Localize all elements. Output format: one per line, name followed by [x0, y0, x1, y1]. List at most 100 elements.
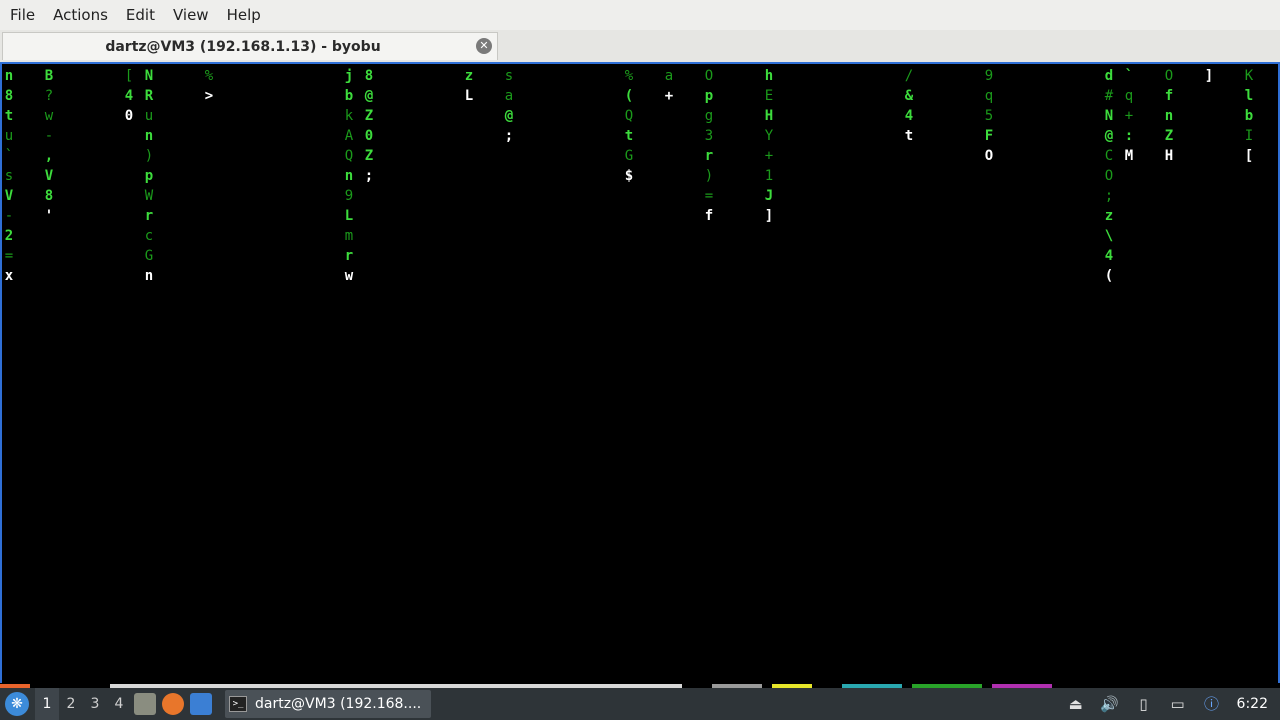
matrix-char: :: [1124, 128, 1134, 144]
matrix-char: 8: [44, 188, 54, 204]
matrix-char: C: [1104, 148, 1114, 164]
matrix-char: ]: [1204, 68, 1214, 84]
matrix-char: \: [1104, 228, 1114, 244]
matrix-char: E: [764, 88, 774, 104]
matrix-column: s a @;: [503, 66, 515, 146]
taskbar: ❋ 1 2 3 4 >_ dartz@VM3 (192.168.... ⏏ 🔊 …: [0, 688, 1280, 720]
matrix-char: t: [624, 128, 634, 144]
matrix-char: n: [144, 128, 154, 144]
matrix-char: 5: [984, 108, 994, 124]
matrix-char: N: [1104, 108, 1114, 124]
matrix-char: u: [4, 128, 14, 144]
matrix-column: [4 0: [123, 66, 135, 126]
workspace-3[interactable]: 3: [83, 688, 107, 720]
matrix-char: O: [704, 68, 714, 84]
taskbar-terminal-button[interactable]: >_ dartz@VM3 (192.168....: [225, 690, 432, 718]
clipboard-icon[interactable]: ▯: [1134, 694, 1154, 714]
matrix-char: >: [204, 88, 214, 104]
matrix-char: m: [344, 228, 354, 244]
matrix-char: %: [204, 68, 214, 84]
matrix-char: p: [704, 88, 714, 104]
matrix-column: 8 @ Z 0 Z;: [363, 66, 375, 186]
matrix-char: ): [704, 168, 714, 184]
matrix-char: =: [704, 188, 714, 204]
matrix-char: `: [4, 148, 14, 164]
menu-actions[interactable]: Actions: [44, 0, 117, 30]
matrix-char: ;: [364, 168, 374, 184]
matrix-char: -: [44, 128, 54, 144]
matrix-char: f: [1164, 88, 1174, 104]
matrix-char: O: [984, 148, 994, 164]
menu-help[interactable]: Help: [218, 0, 270, 30]
matrix-char: +: [764, 148, 774, 164]
matrix-char: 0: [364, 128, 374, 144]
matrix-char: k: [344, 108, 354, 124]
matrix-char: 9: [344, 188, 354, 204]
file-manager-icon[interactable]: [134, 693, 156, 715]
matrix-column: / & 4 t: [903, 66, 915, 146]
workspace-2[interactable]: 2: [59, 688, 83, 720]
matrix-char: B: [44, 68, 54, 84]
matrix-column: a +: [663, 66, 675, 106]
matrix-char: n: [344, 168, 354, 184]
matrix-char: ': [44, 208, 54, 224]
network-icon[interactable]: ▭: [1168, 694, 1188, 714]
matrix-char: J: [764, 188, 774, 204]
menu-edit[interactable]: Edit: [117, 0, 164, 30]
close-tab-icon[interactable]: ✕: [476, 38, 492, 54]
matrix-char: Z: [1164, 128, 1174, 144]
matrix-char: Z: [364, 148, 374, 164]
menu-file[interactable]: File: [0, 0, 44, 30]
workspace-4[interactable]: 4: [107, 688, 131, 720]
matrix-char: #: [1104, 88, 1114, 104]
matrix-char: r: [704, 148, 714, 164]
matrix-char: 2: [4, 228, 14, 244]
matrix-char: r: [344, 248, 354, 264]
matrix-char: R: [144, 88, 154, 104]
matrix-char: z: [1104, 208, 1114, 224]
matrix-char: Q: [344, 148, 354, 164]
matrix-char: z: [464, 68, 474, 84]
menubar: File Actions Edit View Help: [0, 0, 1280, 30]
matrix-char: n: [1164, 108, 1174, 124]
matrix-char: Y: [764, 128, 774, 144]
matrix-column: Op g 3 r) = f: [703, 66, 715, 226]
matrix-char: G: [144, 248, 154, 264]
firefox-icon[interactable]: [162, 693, 184, 715]
matrix-char: ;: [504, 128, 514, 144]
matrix-char: q: [1124, 88, 1134, 104]
matrix-char: 0: [124, 108, 134, 124]
task-title: dartz@VM3 (192.168....: [255, 696, 422, 712]
eject-icon[interactable]: ⏏: [1066, 694, 1086, 714]
matrix-char: A: [344, 128, 354, 144]
matrix-char: H: [1164, 148, 1174, 164]
matrix-char: 4: [124, 88, 134, 104]
matrix-char: n: [4, 68, 14, 84]
matrix-column: B? w -, V 8 ': [43, 66, 55, 226]
matrix-char: a: [664, 68, 674, 84]
update-notification-icon[interactable]: ⓘ: [1202, 694, 1222, 714]
matrix-char: V: [44, 168, 54, 184]
matrix-column: n 8 t u ` s V - 2 = x: [3, 66, 15, 286]
menu-view[interactable]: View: [164, 0, 218, 30]
matrix-char: `: [1124, 68, 1134, 84]
volume-icon[interactable]: 🔊: [1100, 694, 1120, 714]
matrix-char: n: [144, 268, 154, 284]
matrix-char: c: [144, 228, 154, 244]
terminal-tab[interactable]: dartz@VM3 (192.168.1.13) - byobu ✕: [2, 32, 498, 60]
matrix-char: h: [764, 68, 774, 84]
matrix-char: 1: [764, 168, 774, 184]
matrix-column: ` q +: M: [1123, 66, 1135, 166]
desktop-icon[interactable]: [190, 693, 212, 715]
matrix-char: (: [624, 88, 634, 104]
workspace-1[interactable]: 1: [35, 688, 59, 720]
matrix-char: -: [4, 208, 14, 224]
matrix-column: % >: [203, 66, 215, 106]
matrix-char: t: [4, 108, 14, 124]
matrix-char: p: [144, 168, 154, 184]
matrix-char: @: [504, 108, 514, 124]
matrix-char: ;: [1104, 188, 1114, 204]
start-menu-icon[interactable]: ❋: [5, 692, 29, 716]
terminal-area[interactable]: n 8 t u ` s V -2 = x B? w -, V 8 '[4 0 N Ru n) p Wr c Gn% > j b k A Q…: [0, 62, 1280, 686]
clock: 6:22: [1236, 696, 1268, 712]
